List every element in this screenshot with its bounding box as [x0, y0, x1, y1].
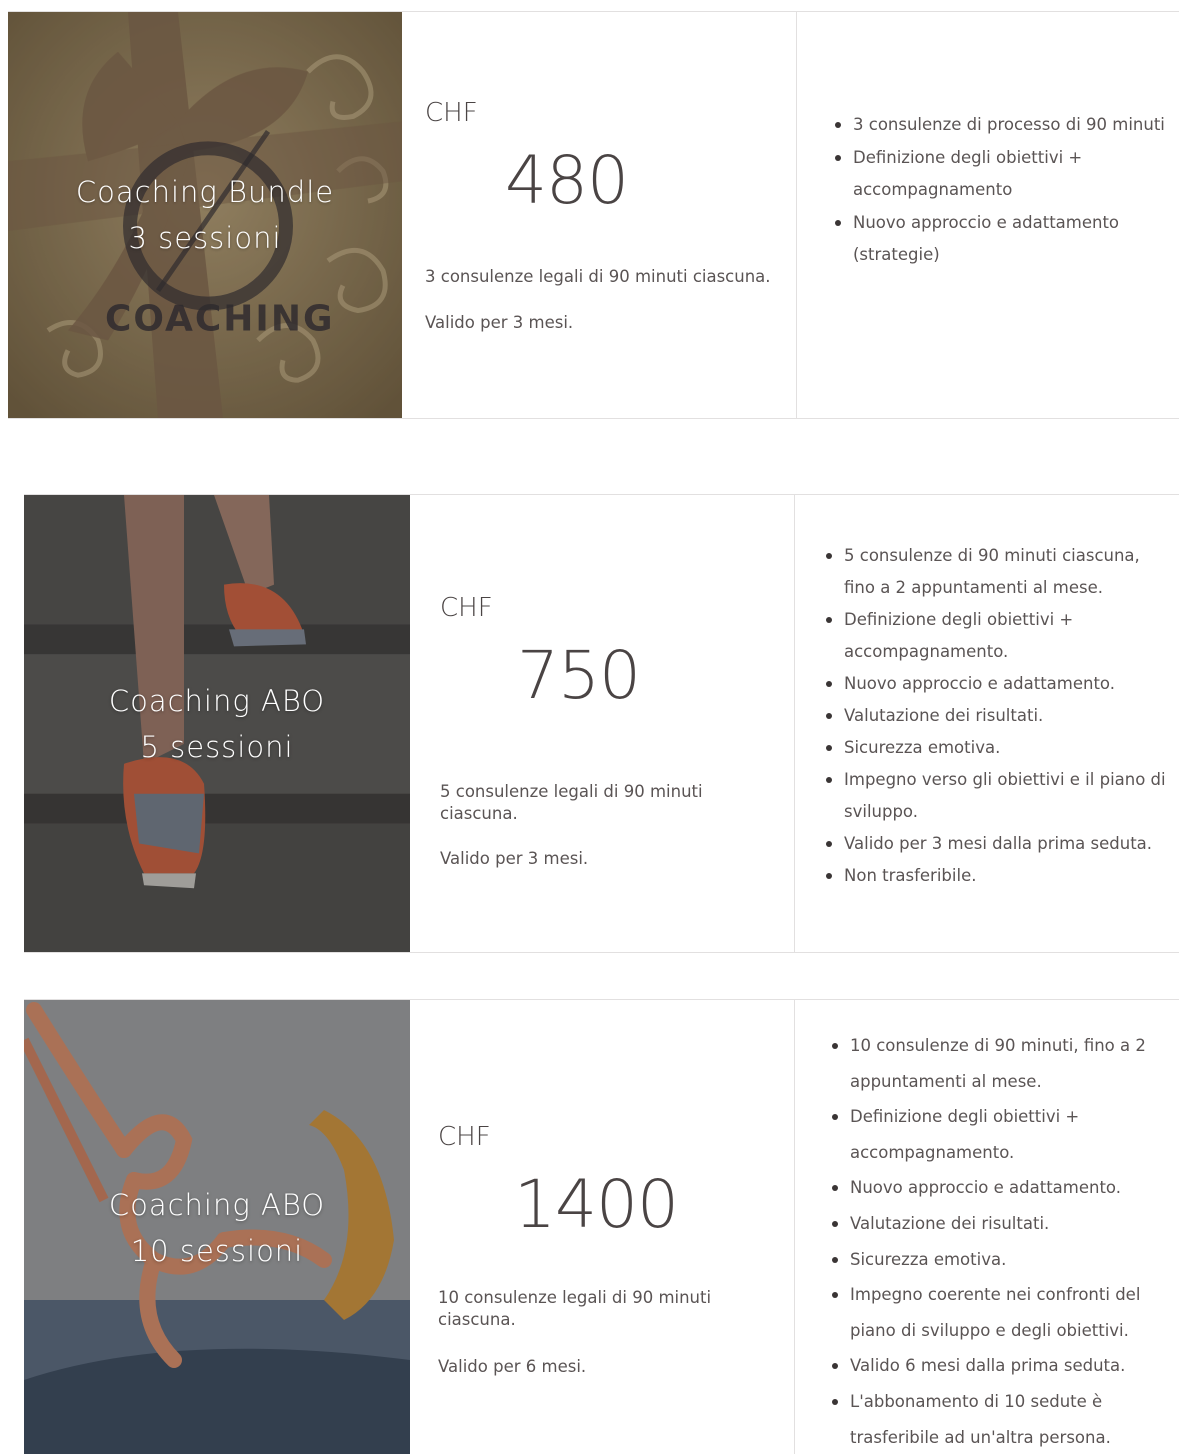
package-image-running-shoes[interactable]: Coaching ABO 5 sessioni: [24, 495, 410, 952]
feature-item: Sicurezza emotiva.: [822, 732, 1172, 764]
feature-item: Impegno coerente nei confronti del piano…: [828, 1277, 1179, 1348]
price-column: CHF 1400 10 consulenze legali di 90 minu…: [410, 1000, 794, 1454]
feature-item: Nuovo approccio e adattamento (strategie…: [831, 207, 1176, 272]
feature-item: 5 consulenze di 90 minuti ciascuna, fino…: [822, 540, 1172, 604]
feature-item: 3 consulenze di processo di 90 minuti: [831, 109, 1176, 142]
package-image-climbing-rope[interactable]: Coaching ABO 10 sessioni: [24, 1000, 410, 1454]
feature-column: 5 consulenze di 90 minuti ciascuna, fino…: [794, 495, 1179, 952]
package-image-gift-ribbon[interactable]: COACHING Coaching Bundle 3 sessioni: [8, 12, 402, 418]
feature-item: Valido per 3 mesi dalla prima seduta.: [822, 828, 1172, 860]
package-card-abo-10: Coaching ABO 10 sessioni CHF 1400 10 con…: [24, 999, 1179, 1454]
package-validity: Valido per 6 mesi.: [438, 1357, 587, 1376]
feature-item: 10 consulenze di 90 minuti, fino a 2 app…: [828, 1028, 1179, 1099]
package-description: 10 consulenze legali di 90 minuti ciascu…: [438, 1288, 712, 1329]
feature-item: Definizione degli obiettivi + accompagna…: [831, 142, 1176, 207]
package-validity: Valido per 3 mesi.: [440, 849, 589, 868]
feature-item: Valido 6 mesi dalla prima seduta.: [828, 1348, 1179, 1384]
currency-label: CHF: [440, 593, 493, 623]
feature-item: Definizione degli obiettivi + accompagna…: [828, 1099, 1179, 1170]
feature-item: Valutazione dei risultati.: [828, 1206, 1179, 1242]
feature-list: 5 consulenze di 90 minuti ciascuna, fino…: [822, 540, 1172, 892]
price-value: 750: [517, 637, 641, 714]
price-column: CHF 750 5 consulenze legali di 90 minuti…: [410, 495, 794, 952]
feature-item: Valutazione dei risultati.: [822, 700, 1172, 732]
price-value: 1400: [514, 1166, 679, 1243]
package-description: 5 consulenze legali di 90 minuti ciascun…: [440, 782, 703, 823]
feature-column: 3 consulenze di processo di 90 minuti De…: [796, 12, 1179, 418]
feature-list: 3 consulenze di processo di 90 minuti De…: [831, 109, 1176, 272]
package-validity: Valido per 3 mesi.: [425, 313, 574, 332]
price-value: 480: [505, 142, 629, 219]
package-title: Coaching ABO 10 sessioni: [108, 1187, 326, 1268]
feature-item: Definizione degli obiettivi + accompagna…: [822, 604, 1172, 668]
feature-item: Nuovo approccio e adattamento.: [828, 1170, 1179, 1206]
package-title: Coaching Bundle 3 sessioni: [75, 175, 335, 255]
package-card-bundle-3: COACHING Coaching Bundle 3 sessioni CHF …: [8, 11, 1179, 419]
feature-list: 10 consulenze di 90 minuti, fino a 2 app…: [828, 1028, 1179, 1454]
package-card-abo-5: Coaching ABO 5 sessioni CHF 750 5 consul…: [24, 494, 1179, 953]
feature-item: Impegno verso gli obiettivi e il piano d…: [822, 764, 1172, 828]
feature-column: 10 consulenze di 90 minuti, fino a 2 app…: [794, 1000, 1179, 1454]
feature-item: Nuovo approccio e adattamento.: [822, 668, 1172, 700]
currency-label: CHF: [425, 98, 478, 128]
package-title: Coaching ABO 5 sessioni: [108, 683, 326, 764]
currency-label: CHF: [438, 1122, 491, 1152]
price-column: CHF 480 3 consulenze legali di 90 minuti…: [402, 12, 796, 418]
feature-item: L'abbonamento di 10 sedute è trasferibil…: [828, 1384, 1179, 1454]
package-description: 3 consulenze legali di 90 minuti ciascun…: [425, 267, 771, 286]
coaching-logo-text: COACHING: [105, 299, 335, 340]
feature-item: Sicurezza emotiva.: [828, 1242, 1179, 1278]
feature-item: Non trasferibile.: [822, 860, 1172, 892]
